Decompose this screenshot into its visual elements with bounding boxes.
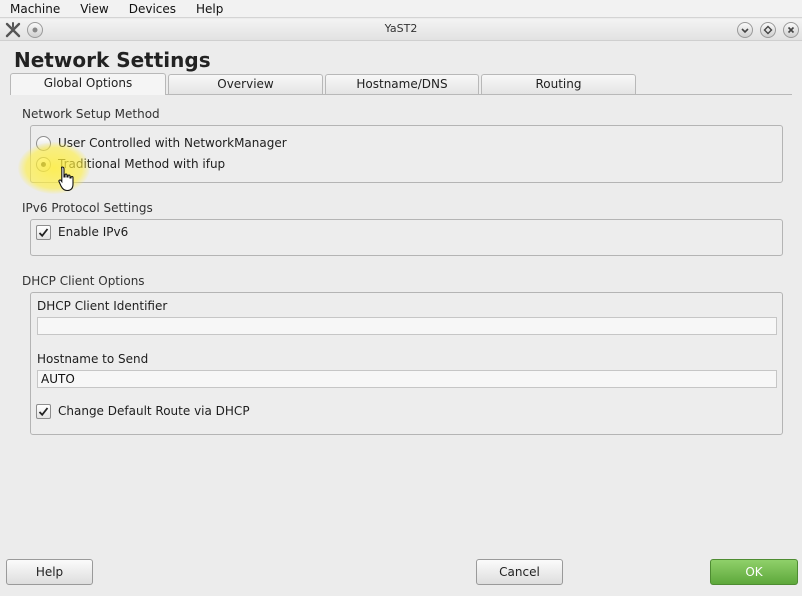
window-titlebar: YaST2 bbox=[0, 19, 802, 41]
radio-ifup[interactable]: Traditional Method with ifup bbox=[36, 156, 225, 172]
menu-help[interactable]: Help bbox=[186, 0, 233, 18]
radio-label: Traditional Method with ifup bbox=[58, 157, 226, 171]
setup-method-group-label: Network Setup Method bbox=[22, 107, 160, 121]
menubar: Machine View Devices Help bbox=[0, 0, 802, 18]
ok-button[interactable]: OK bbox=[710, 559, 798, 585]
checkbox[interactable] bbox=[36, 403, 51, 419]
ipv6-frame bbox=[30, 219, 783, 256]
help-button[interactable]: Help bbox=[6, 559, 93, 585]
close-icon[interactable] bbox=[783, 22, 799, 38]
dhcp-client-identifier-label: DHCP Client Identifier bbox=[37, 299, 168, 313]
radio-selected-dot bbox=[41, 161, 46, 167]
dhcp-group-label: DHCP Client Options bbox=[22, 274, 145, 288]
change-default-route-checkbox[interactable]: Change Default Route via DHCP bbox=[36, 403, 250, 419]
checkbox[interactable] bbox=[36, 224, 51, 240]
checkbox-label: Change Default Route via DHCP bbox=[58, 404, 250, 418]
checkmark-icon bbox=[38, 227, 49, 237]
tab-routing[interactable]: Routing bbox=[481, 74, 636, 94]
radio-networkmanager[interactable]: User Controlled with NetworkManager bbox=[36, 135, 287, 151]
tab-label: Routing bbox=[535, 77, 582, 91]
window-title: YaST2 bbox=[384, 22, 418, 35]
tab-hostname-dns[interactable]: Hostname/DNS bbox=[325, 74, 479, 94]
tab-label: Overview bbox=[217, 77, 274, 91]
tab-overview[interactable]: Overview bbox=[168, 74, 323, 94]
checkbox-label: Enable IPv6 bbox=[58, 225, 129, 239]
tab-label: Hostname/DNS bbox=[356, 77, 448, 91]
checkmark-icon bbox=[38, 406, 49, 416]
dhcp-client-identifier-input[interactable] bbox=[37, 317, 777, 335]
tab-global-options[interactable]: Global Options bbox=[10, 73, 166, 95]
enable-ipv6-checkbox[interactable]: Enable IPv6 bbox=[36, 224, 128, 240]
radio-label: User Controlled with NetworkManager bbox=[58, 136, 287, 150]
ipv6-group-label: IPv6 Protocol Settings bbox=[22, 201, 153, 215]
minimize-icon[interactable] bbox=[737, 22, 753, 38]
menu-devices[interactable]: Devices bbox=[119, 0, 186, 18]
page-title: Network Settings bbox=[14, 48, 211, 72]
cancel-button[interactable]: Cancel bbox=[476, 559, 563, 585]
hostname-to-send-label: Hostname to Send bbox=[37, 352, 149, 366]
radio-button[interactable] bbox=[36, 135, 51, 151]
menu-view[interactable]: View bbox=[70, 0, 118, 18]
radio-button[interactable] bbox=[36, 156, 51, 172]
hostname-to-send-input[interactable] bbox=[37, 370, 777, 388]
setup-method-frame bbox=[30, 125, 783, 183]
maximize-icon[interactable] bbox=[760, 22, 776, 38]
menu-machine[interactable]: Machine bbox=[0, 0, 70, 18]
tab-label: Global Options bbox=[43, 76, 133, 90]
